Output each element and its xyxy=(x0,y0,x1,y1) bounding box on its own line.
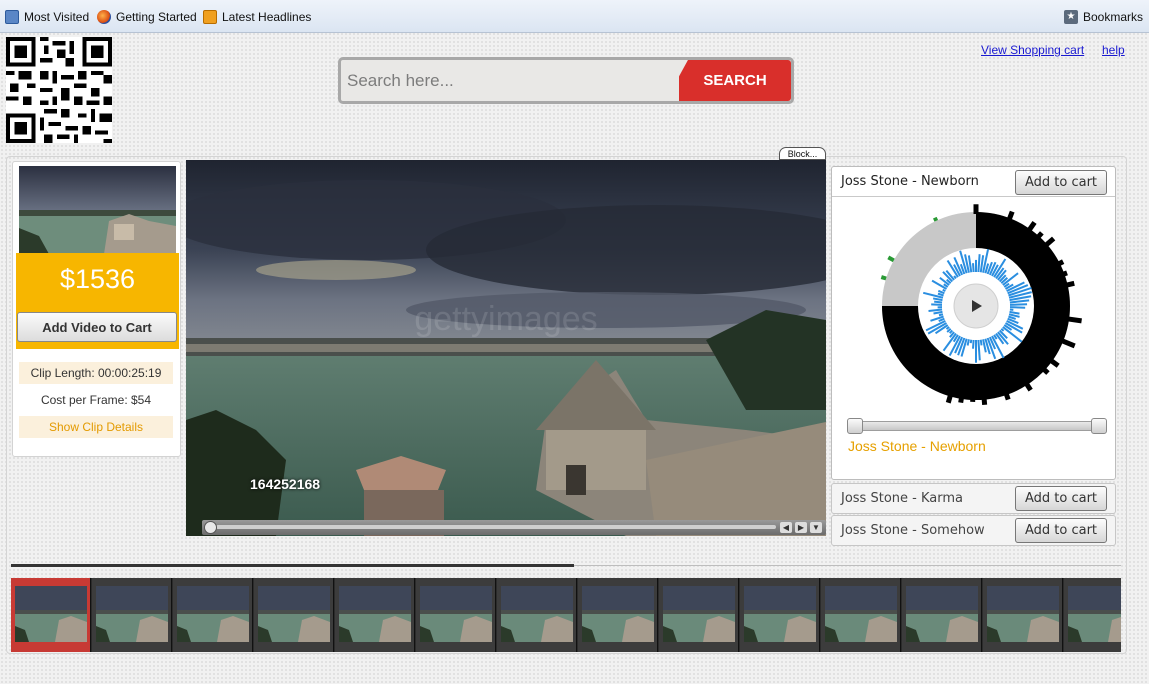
filmstrip-frame[interactable] xyxy=(497,578,577,652)
help-link[interactable]: help xyxy=(1102,43,1125,57)
filmstrip xyxy=(11,578,1121,652)
cost-per-frame: Cost per Frame: $54 xyxy=(40,393,152,407)
bookmark-label: Getting Started xyxy=(116,10,197,24)
add-video-to-cart-button[interactable]: Add Video to Cart xyxy=(17,312,177,342)
rss-feed-icon xyxy=(203,10,217,24)
video-progress-track[interactable] xyxy=(216,525,776,529)
next-frame-icon[interactable]: ▶ xyxy=(795,522,807,533)
menu-chevron-down-icon[interactable]: ▼ xyxy=(810,522,822,533)
filmstrip-frame[interactable] xyxy=(92,578,172,652)
clip-thumbnail xyxy=(19,166,176,254)
search-button[interactable]: SEARCH xyxy=(679,60,791,101)
bookmark-latest-headlines[interactable]: Latest Headlines xyxy=(203,10,311,24)
qr-code xyxy=(6,37,112,143)
bookmarks-menu-label: Bookmarks xyxy=(1083,10,1144,24)
filmstrip-frame[interactable] xyxy=(821,578,901,652)
seek-end-handle[interactable] xyxy=(1091,418,1107,434)
filmstrip-frame[interactable] xyxy=(902,578,982,652)
show-clip-details-link[interactable]: Show Clip Details xyxy=(19,416,173,438)
audio-visualizer xyxy=(876,202,1084,414)
panel-divider xyxy=(832,196,1115,197)
bookmark-label: Most Visited xyxy=(24,10,90,24)
add-to-cart-somehow-button[interactable]: Add to cart xyxy=(1015,518,1107,543)
bookmarks-toolbar: Most Visited Getting Started Latest Head… xyxy=(0,0,1149,33)
filmstrip-frame[interactable] xyxy=(578,578,658,652)
clip-id: 164252168 xyxy=(250,476,321,492)
filmstrip-frame[interactable] xyxy=(416,578,496,652)
video-controls: ◀ ▶ ▼ xyxy=(202,520,826,535)
filmstrip-frame[interactable] xyxy=(983,578,1063,652)
clip-length: Clip Length: 00:00:25:19 xyxy=(19,362,173,384)
view-shopping-cart-link[interactable]: View Shopping cart xyxy=(981,43,1084,57)
block-tab[interactable]: Block... xyxy=(779,147,826,160)
seek-start-handle[interactable] xyxy=(847,418,863,434)
track-title-newborn: Joss Stone - Newborn xyxy=(841,174,979,189)
watermark: gettyimages xyxy=(414,300,597,338)
filmstrip-frame[interactable] xyxy=(173,578,253,652)
filmstrip-frame[interactable] xyxy=(659,578,739,652)
firefox-icon xyxy=(97,10,111,24)
search-input[interactable] xyxy=(347,66,677,95)
now-playing-title: Joss Stone - Newborn xyxy=(848,438,986,454)
audio-seek-track[interactable] xyxy=(849,421,1105,431)
video-progress-handle[interactable] xyxy=(204,521,217,534)
filmstrip-frame[interactable] xyxy=(11,578,91,652)
timeline-progress xyxy=(11,564,574,567)
filmstrip-frame[interactable] xyxy=(740,578,820,652)
star-icon: ★ xyxy=(1064,10,1078,24)
bookmarks-menu[interactable]: ★ Bookmarks xyxy=(1064,10,1143,24)
bookmark-folder-icon xyxy=(5,10,19,24)
search-box: SEARCH xyxy=(338,57,794,104)
clip-price: $1536 xyxy=(16,253,179,305)
add-to-cart-karma-button[interactable]: Add to cart xyxy=(1015,486,1107,511)
bookmark-label: Latest Headlines xyxy=(222,10,312,24)
filmstrip-frame[interactable] xyxy=(1064,578,1121,652)
track-title-karma: Joss Stone - Karma xyxy=(841,491,963,506)
add-to-cart-newborn-button[interactable]: Add to cart xyxy=(1015,170,1107,195)
filmstrip-frame[interactable] xyxy=(335,578,415,652)
filmstrip-frame[interactable] xyxy=(254,578,334,652)
bookmark-getting-started[interactable]: Getting Started xyxy=(97,10,197,24)
track-title-somehow: Joss Stone - Somehow xyxy=(841,523,985,538)
bookmark-most-visited[interactable]: Most Visited xyxy=(5,10,89,24)
prev-frame-icon[interactable]: ◀ xyxy=(780,522,792,533)
